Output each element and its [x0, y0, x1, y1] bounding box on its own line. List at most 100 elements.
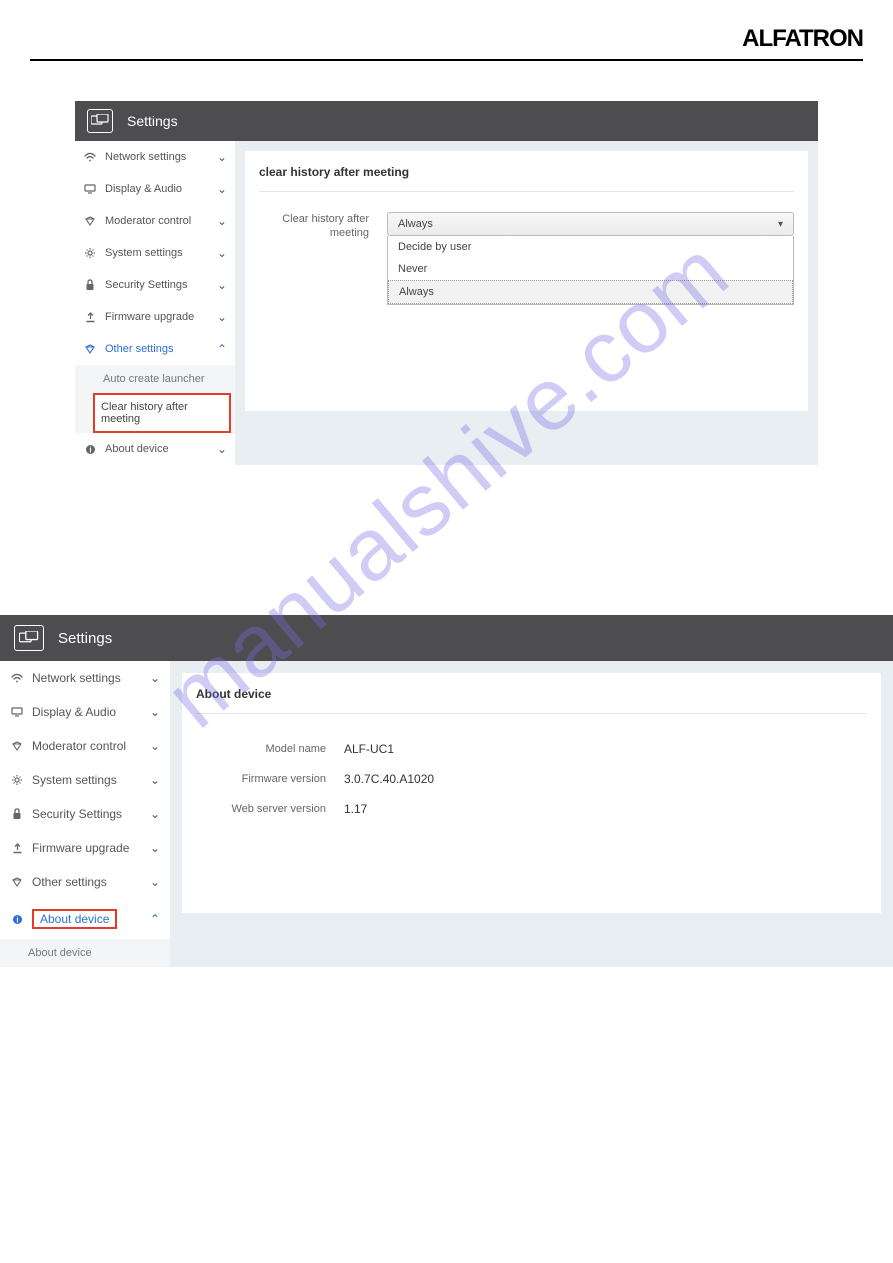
- info-label: Web server version: [196, 803, 326, 815]
- gear-icon: [10, 774, 24, 786]
- chevron-down-icon: ⌄: [217, 182, 227, 196]
- panel-header: Settings: [75, 101, 818, 141]
- form-label: Clear history after meeting: [259, 212, 369, 241]
- brand-logo: ALFATRON: [742, 25, 863, 53]
- screens-icon: [14, 625, 44, 651]
- chevron-down-icon: ⌄: [217, 278, 227, 292]
- panel-title: Settings: [127, 113, 178, 129]
- chevron-down-icon: ⌄: [217, 310, 227, 324]
- chevron-down-icon: ⌄: [150, 705, 160, 719]
- sidebar-item-label: Display & Audio: [32, 705, 142, 719]
- sidebar-item-network[interactable]: Network settings ⌄: [0, 661, 170, 695]
- sidebar-item-network[interactable]: Network settings ⌄: [75, 141, 235, 173]
- sidebar-item-moderator[interactable]: Moderator control ⌄: [75, 205, 235, 237]
- monitor-icon: [83, 184, 97, 194]
- lock-icon: [10, 808, 24, 820]
- svg-text:i: i: [89, 445, 91, 454]
- sidebar-item-label: System settings: [32, 773, 142, 787]
- sidebar-item-label: Other settings: [105, 343, 209, 355]
- info-icon: i: [10, 914, 24, 925]
- sidebar-item-security[interactable]: Security Settings ⌄: [0, 797, 170, 831]
- sidebar-item-label: Moderator control: [32, 739, 142, 753]
- sidebar: Network settings ⌄ Display & Audio ⌄ Mod…: [0, 661, 170, 967]
- chevron-down-icon: ⌄: [150, 807, 160, 821]
- wifi-icon: [83, 152, 97, 162]
- sidebar-subitem-about-device[interactable]: About device: [0, 939, 170, 967]
- sidebar-item-label: System settings: [105, 247, 209, 259]
- settings-panel-clear-history: Settings Network settings ⌄ Display & Au…: [75, 101, 818, 465]
- sidebar-item-system[interactable]: System settings ⌄: [75, 237, 235, 269]
- sidebar-item-label: Other settings: [32, 875, 142, 889]
- screens-icon: [87, 109, 113, 133]
- content-heading: About device: [196, 687, 867, 714]
- sidebar-item-label: About device: [105, 443, 209, 455]
- info-row-model: Model name ALF-UC1: [196, 734, 867, 764]
- dropdown-list: Decide by user Never Always: [387, 236, 794, 305]
- chevron-up-icon: ⌃: [217, 342, 227, 356]
- sidebar-item-system[interactable]: System settings ⌄: [0, 763, 170, 797]
- sidebar-subitem-auto-launcher[interactable]: Auto create launcher: [75, 365, 235, 393]
- sidebar-item-label: Security Settings: [32, 807, 142, 821]
- dropdown-option-never[interactable]: Never: [388, 258, 793, 280]
- sidebar-subitems: Auto create launcher Clear history after…: [75, 365, 235, 433]
- sidebar-item-label: Display & Audio: [105, 183, 209, 195]
- sidebar-item-other[interactable]: Other settings ⌄: [0, 865, 170, 899]
- dropdown-option-always[interactable]: Always: [388, 280, 793, 304]
- sidebar-item-label: Firmware upgrade: [32, 841, 142, 855]
- info-label: Firmware version: [196, 773, 326, 785]
- select-value: Always: [398, 218, 433, 230]
- info-value: 1.17: [344, 802, 367, 816]
- chevron-down-icon: ⌄: [150, 841, 160, 855]
- sidebar-item-label: Network settings: [105, 151, 209, 163]
- dropdown-option-decide[interactable]: Decide by user: [388, 236, 793, 258]
- chevron-down-icon: ⌄: [150, 671, 160, 685]
- sidebar-item-firmware[interactable]: Firmware upgrade ⌄: [75, 301, 235, 333]
- sidebar-item-label: Moderator control: [105, 215, 209, 227]
- upload-icon: [10, 843, 24, 854]
- dropdown-arrow-icon: ▾: [778, 219, 783, 230]
- info-row-webserver: Web server version 1.17: [196, 794, 867, 824]
- diamond-icon: [83, 344, 97, 354]
- chevron-down-icon: ⌄: [150, 875, 160, 889]
- lock-icon: [83, 279, 97, 291]
- sidebar-item-label: Firmware upgrade: [105, 311, 209, 323]
- sidebar-item-display[interactable]: Display & Audio ⌄: [0, 695, 170, 729]
- content-pane: clear history after meeting Clear histor…: [245, 151, 808, 411]
- chevron-down-icon: ⌄: [217, 442, 227, 456]
- settings-panel-about: Settings Network settings ⌄ Display & Au…: [0, 615, 893, 967]
- chevron-down-icon: ⌄: [217, 214, 227, 228]
- wifi-icon: [10, 673, 24, 683]
- content-pane: About device Model name ALF-UC1 Firmware…: [182, 673, 881, 913]
- chevron-down-icon: ⌄: [217, 246, 227, 260]
- chevron-down-icon: ⌄: [150, 773, 160, 787]
- chevron-down-icon: ⌄: [217, 150, 227, 164]
- gear-icon: [83, 247, 97, 259]
- sidebar-item-firmware[interactable]: Firmware upgrade ⌄: [0, 831, 170, 865]
- sidebar-item-label: Network settings: [32, 671, 142, 685]
- sidebar-item-label: About device: [32, 909, 117, 929]
- sidebar-item-label: Security Settings: [105, 279, 209, 291]
- content-heading: clear history after meeting: [259, 165, 794, 192]
- diamond-icon: [10, 741, 24, 751]
- chevron-down-icon: ⌄: [150, 739, 160, 753]
- info-row-firmware: Firmware version 3.0.7C.40.A1020: [196, 764, 867, 794]
- panel-header: Settings: [0, 615, 893, 661]
- sidebar-subitems: About device: [0, 939, 170, 967]
- diamond-icon: [83, 216, 97, 226]
- svg-text:i: i: [16, 915, 18, 924]
- upload-icon: [83, 312, 97, 323]
- select-clear-history[interactable]: Always ▾: [387, 212, 794, 236]
- sidebar-item-display[interactable]: Display & Audio ⌄: [75, 173, 235, 205]
- sidebar-item-other[interactable]: Other settings ⌃: [75, 333, 235, 365]
- info-value: 3.0.7C.40.A1020: [344, 772, 434, 786]
- panel-title: Settings: [58, 630, 112, 647]
- info-value: ALF-UC1: [344, 742, 394, 756]
- form-row-clear-history: Clear history after meeting Always ▾ Dec…: [259, 212, 794, 305]
- sidebar-subitem-clear-history[interactable]: Clear history after meeting: [93, 393, 231, 433]
- sidebar-item-about[interactable]: i About device ⌄: [75, 433, 235, 465]
- info-icon: i: [83, 444, 97, 455]
- sidebar-item-security[interactable]: Security Settings ⌄: [75, 269, 235, 301]
- sidebar-item-moderator[interactable]: Moderator control ⌄: [0, 729, 170, 763]
- sidebar-item-about[interactable]: i About device ⌃: [0, 899, 170, 939]
- info-label: Model name: [196, 743, 326, 755]
